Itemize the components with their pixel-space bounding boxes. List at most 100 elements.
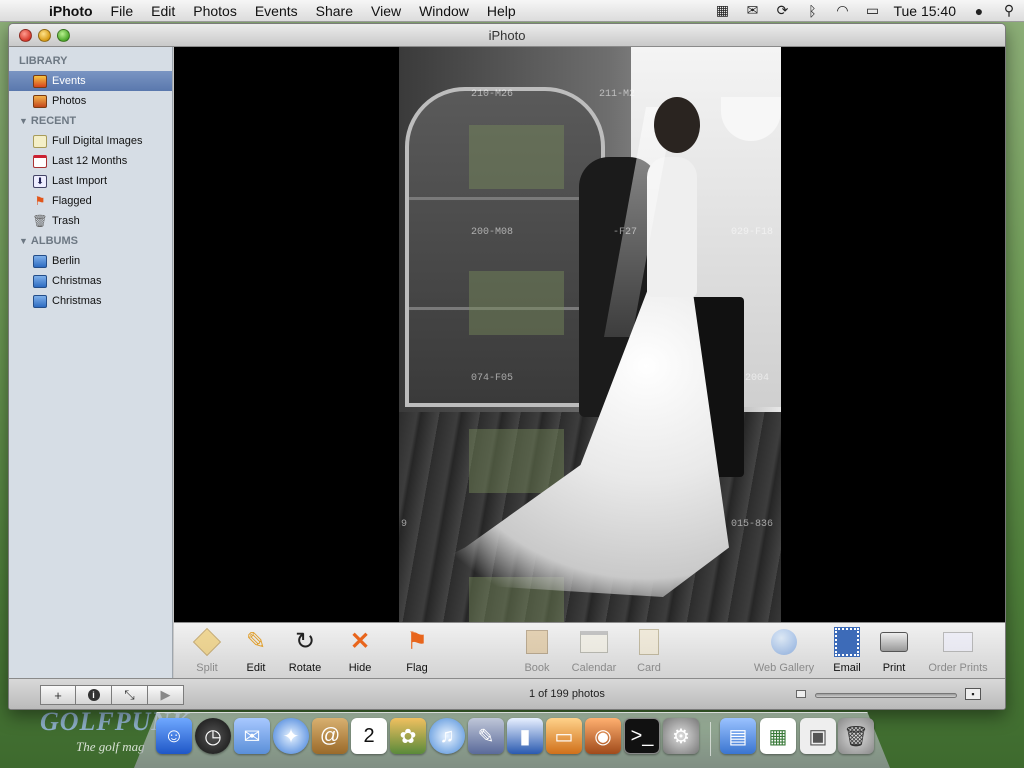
bottom-button-group: + i ⤡ ▶ bbox=[40, 685, 184, 705]
wedding-photo[interactable]: 210-M26 211-M2 200-M08 -F27 029-F18 074-… bbox=[399, 47, 781, 622]
applications-folder-icon[interactable]: ▤ bbox=[720, 718, 756, 754]
menu-window[interactable]: Window bbox=[410, 3, 478, 19]
mail-stamp-icon[interactable]: ✉ bbox=[234, 718, 270, 754]
edit-toolbar: Split ✎ Edit ↻ Rotate ✕ Hide ⚑ Flag Book… bbox=[174, 622, 1005, 678]
hide-button[interactable]: ✕ Hide bbox=[330, 627, 390, 675]
ical-icon[interactable]: 2 bbox=[351, 718, 387, 754]
printer-icon bbox=[879, 627, 909, 657]
keynote-icon[interactable]: ▮ bbox=[507, 718, 543, 754]
sidebar-item-full-digital-images[interactable]: Full Digital Images bbox=[9, 131, 172, 151]
calendar-menu-icon[interactable]: ▦ bbox=[707, 2, 737, 19]
album-icon bbox=[33, 274, 47, 288]
sidebar-item-flagged[interactable]: ⚑ Flagged bbox=[9, 191, 172, 211]
sidebar-item-label: Christmas bbox=[52, 295, 102, 307]
finder-icon[interactable]: ☺ bbox=[156, 718, 192, 754]
ghost-label: 2004 bbox=[745, 373, 770, 384]
photos-icon bbox=[33, 94, 47, 108]
full-screen-button[interactable]: ⤡ bbox=[112, 685, 148, 705]
trash-dock-icon[interactable]: 🗑 bbox=[838, 718, 874, 754]
desktop-tagline: The golf mag bbox=[76, 739, 145, 754]
zoom-out-small-icon[interactable] bbox=[796, 690, 806, 698]
photo-booth-icon[interactable]: ◉ bbox=[585, 718, 621, 754]
sidebar-item-label: Photos bbox=[52, 95, 87, 107]
menu-events[interactable]: Events bbox=[246, 3, 307, 19]
sidebar-item-album-christmas-2[interactable]: Christmas bbox=[9, 291, 172, 311]
sidebar-item-label: Trash bbox=[52, 215, 80, 227]
photo-bride-head bbox=[654, 97, 700, 153]
safari-icon[interactable]: ✦ bbox=[273, 718, 309, 754]
documents-stack-icon[interactable]: ▦ bbox=[760, 718, 796, 754]
address-book-icon[interactable]: @ bbox=[312, 718, 348, 754]
disclosure-triangle-icon[interactable]: ▼ bbox=[19, 116, 28, 126]
photo-viewer[interactable]: 210-M26 211-M2 200-M08 -F27 029-F18 074-… bbox=[174, 47, 1005, 622]
sidebar-item-label: Events bbox=[52, 75, 86, 87]
iphoto-window: iPhoto LIBRARY Events Photos ▼ RECENT Ful… bbox=[8, 23, 1006, 710]
ghost-label: 015-836 bbox=[731, 519, 774, 530]
terminal-icon[interactable]: >_ bbox=[624, 718, 660, 754]
dashboard-icon[interactable]: ◷ bbox=[195, 718, 231, 754]
albums-section-header[interactable]: ▼ ALBUMS bbox=[9, 231, 172, 251]
events-icon bbox=[33, 74, 47, 88]
add-button[interactable]: + bbox=[40, 685, 76, 705]
slideshow-button[interactable]: ▶ bbox=[148, 685, 184, 705]
card-button[interactable]: Card bbox=[619, 627, 679, 674]
menu-edit[interactable]: Edit bbox=[142, 3, 184, 19]
window-title: iPhoto bbox=[488, 28, 526, 43]
sidebar-item-trash[interactable]: 🗑 Trash bbox=[9, 211, 172, 231]
book-button[interactable]: Book bbox=[507, 627, 567, 674]
disclosure-triangle-icon[interactable]: ▼ bbox=[19, 236, 28, 246]
recent-section-header[interactable]: ▼ RECENT bbox=[9, 111, 172, 131]
photo-door-rail bbox=[409, 197, 599, 200]
menu-help[interactable]: Help bbox=[478, 3, 525, 19]
spotlight-search-icon[interactable]: ⚲ bbox=[994, 2, 1024, 19]
source-list-sidebar: LIBRARY Events Photos ▼ RECENT Full Digit… bbox=[9, 47, 173, 678]
mail-menu-icon[interactable]: ✉ bbox=[737, 2, 767, 19]
menu-app-name[interactable]: iPhoto bbox=[40, 3, 102, 19]
sidebar-item-events[interactable]: Events bbox=[9, 71, 172, 91]
ghost-label: 074-F05 bbox=[471, 373, 514, 384]
sidebar-item-last-import[interactable]: ⬇ Last Import bbox=[9, 171, 172, 191]
ghost-thumbnail bbox=[469, 271, 564, 335]
web-gallery-button[interactable]: Web Gallery bbox=[754, 627, 814, 674]
ghost-label: 211-M2 bbox=[599, 89, 636, 100]
calendar-icon bbox=[579, 627, 609, 657]
menu-file[interactable]: File bbox=[102, 3, 143, 19]
bluetooth-icon[interactable]: ᛒ bbox=[797, 3, 827, 19]
iphoto-dock-icon[interactable]: ✿ bbox=[390, 718, 426, 754]
window-titlebar[interactable]: iPhoto bbox=[9, 24, 1005, 47]
email-stamp-icon bbox=[832, 627, 862, 657]
rotate-button[interactable]: ↻ Rotate bbox=[275, 627, 335, 675]
sidebar-item-album-berlin[interactable]: Berlin bbox=[9, 251, 172, 271]
system-preferences-icon[interactable]: ⚙ bbox=[663, 718, 699, 754]
print-button[interactable]: Print bbox=[864, 627, 924, 674]
iweb-icon[interactable]: ✎ bbox=[468, 718, 504, 754]
ghost-label: 200-M08 bbox=[471, 227, 514, 238]
globe-icon bbox=[769, 627, 799, 657]
info-button[interactable]: i bbox=[76, 685, 112, 705]
user-icon[interactable]: ● bbox=[964, 3, 994, 19]
zoom-in-large-icon[interactable]: ▪ bbox=[965, 688, 981, 700]
zoom-slider[interactable] bbox=[815, 693, 957, 698]
menu-photos[interactable]: Photos bbox=[184, 3, 246, 19]
wifi-icon[interactable]: ◠ bbox=[827, 2, 857, 19]
menu-share[interactable]: Share bbox=[307, 3, 362, 19]
album-icon bbox=[33, 254, 47, 268]
dock-separator bbox=[710, 722, 711, 756]
order-prints-button[interactable]: Order Prints bbox=[928, 627, 988, 674]
menu-clock[interactable]: Tue 15:40 bbox=[887, 3, 964, 19]
itunes-icon[interactable]: ♫ bbox=[429, 718, 465, 754]
sidebar-item-label: Flagged bbox=[52, 195, 92, 207]
menu-view[interactable]: View bbox=[362, 3, 410, 19]
presentation-icon[interactable]: ▭ bbox=[546, 718, 582, 754]
sidebar-item-last-12-months[interactable]: Last 12 Months bbox=[9, 151, 172, 171]
calendar-button[interactable]: Calendar bbox=[564, 627, 624, 674]
battery-icon[interactable]: ▭ bbox=[857, 2, 887, 19]
hide-x-icon: ✕ bbox=[349, 628, 371, 655]
sync-icon[interactable]: ⟳ bbox=[767, 2, 797, 19]
menu-bar: iPhoto File Edit Photos Events Share Vie… bbox=[0, 0, 1024, 22]
flag-button[interactable]: ⚑ Flag bbox=[387, 627, 447, 675]
downloads-stack-icon[interactable]: ▣ bbox=[800, 718, 836, 754]
sidebar-item-label: Christmas bbox=[52, 275, 102, 287]
sidebar-item-album-christmas[interactable]: Christmas bbox=[9, 271, 172, 291]
sidebar-item-photos[interactable]: Photos bbox=[9, 91, 172, 111]
